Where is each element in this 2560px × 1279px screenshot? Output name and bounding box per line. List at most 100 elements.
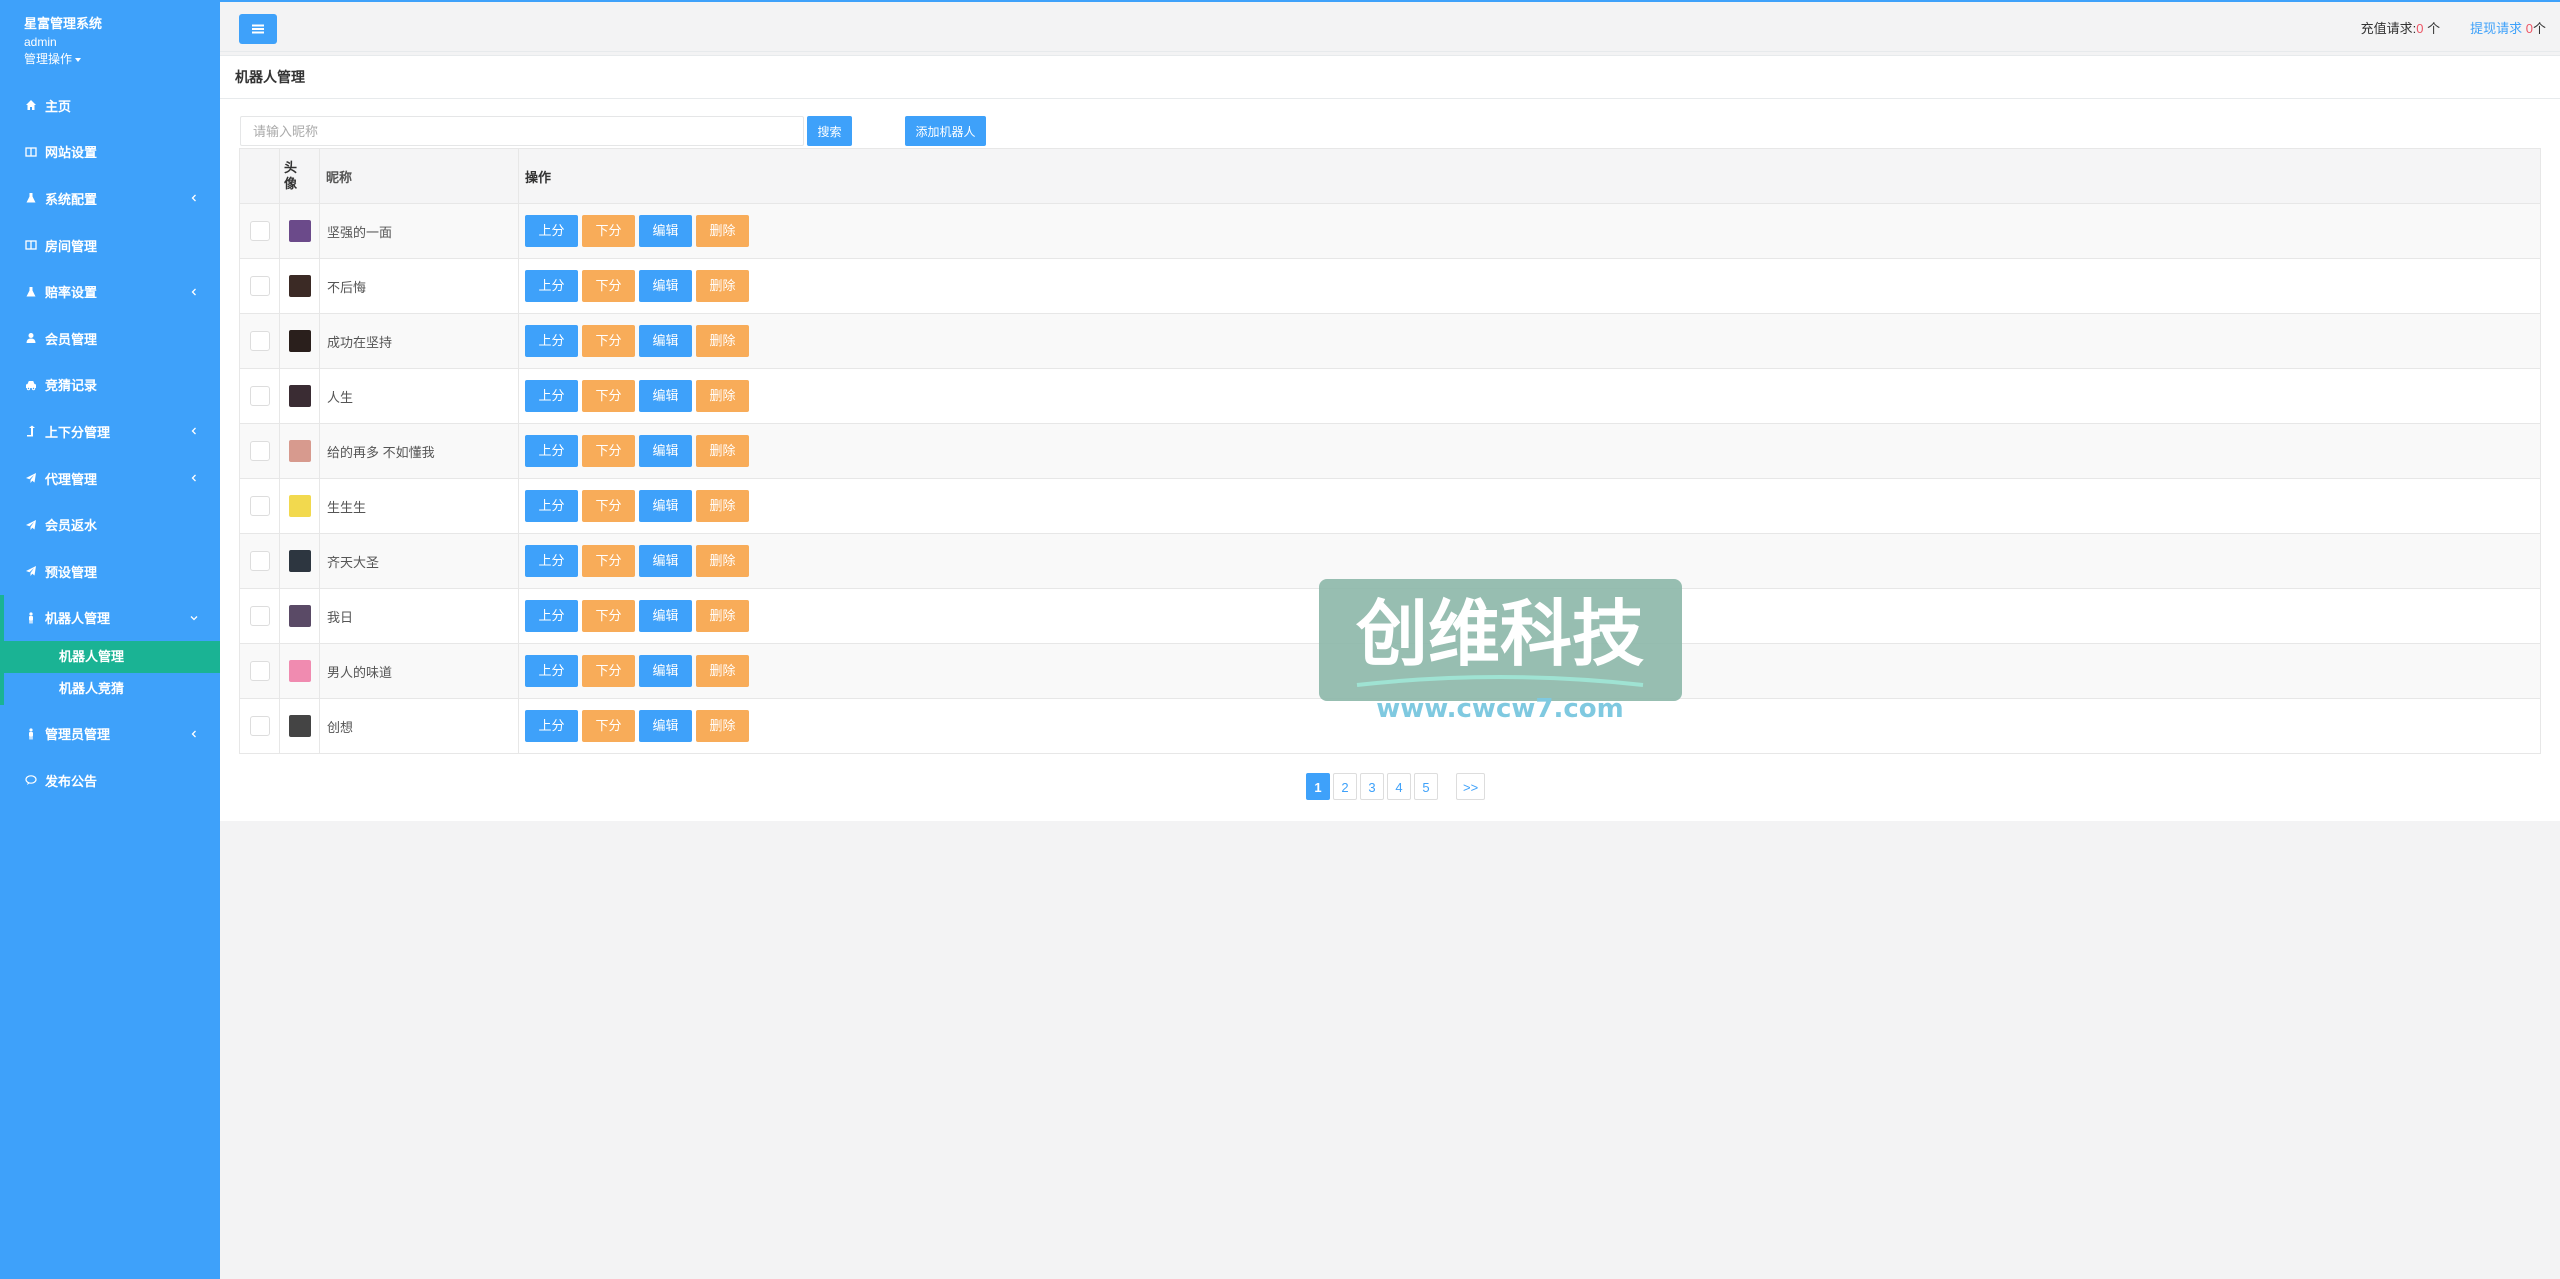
add-points-button[interactable]: 上分 [525, 710, 578, 742]
delete-button[interactable]: 删除 [696, 270, 749, 302]
add-points-button[interactable]: 上分 [525, 655, 578, 687]
profile-menu-dropdown[interactable]: 管理操作 [24, 51, 220, 67]
nickname-search-input[interactable] [240, 116, 804, 146]
sidebar-item-label: 代理管理 [45, 471, 98, 487]
sidebar-toggle-button[interactable] [239, 14, 277, 44]
sidebar-item-label: 机器人管理 [45, 611, 111, 627]
edit-button[interactable]: 编辑 [639, 710, 692, 742]
deduct-points-button[interactable]: 下分 [582, 270, 635, 302]
page-2-link[interactable]: 2 [1333, 773, 1357, 800]
chevron-left-icon [191, 427, 196, 435]
add-points-button[interactable]: 上分 [525, 325, 578, 357]
delete-button[interactable]: 删除 [696, 325, 749, 357]
table-row: 人生 上分 下分 编辑 删除 [239, 368, 2541, 424]
delete-button[interactable]: 删除 [696, 380, 749, 412]
avatar [288, 220, 311, 242]
deduct-points-button[interactable]: 下分 [582, 600, 635, 632]
page-3-link[interactable]: 3 [1360, 773, 1384, 800]
row-checkbox[interactable] [249, 386, 270, 406]
avatar-cell [279, 478, 320, 534]
delete-button[interactable]: 删除 [696, 655, 749, 687]
sidebar-item-admin-management[interactable]: 管理员管理 [0, 711, 220, 758]
sidebar-item-7[interactable]: 竞猜记录 [0, 362, 220, 409]
sidebar-item-9[interactable]: 代理管理 [0, 455, 220, 502]
sidebar-item-label: 主页 [45, 98, 72, 114]
watermark-logo: 创维科技 www.cwcw7.com [1319, 579, 1682, 724]
sidebar-item-2[interactable]: 网站设置 [0, 129, 220, 176]
deduct-points-button[interactable]: 下分 [582, 490, 635, 522]
add-points-button[interactable]: 上分 [525, 490, 578, 522]
sidebar-item-robot-management[interactable]: 机器人管理 [0, 594, 220, 641]
row-select-cell [239, 423, 280, 479]
edit-button[interactable]: 编辑 [639, 380, 692, 412]
edit-button[interactable]: 编辑 [639, 545, 692, 577]
deduct-points-button[interactable]: 下分 [582, 545, 635, 577]
sidebar-item-3[interactable]: 系统配置 [0, 175, 220, 222]
row-checkbox[interactable] [249, 441, 270, 461]
sidebar-item-4[interactable]: 房间管理 [0, 222, 220, 269]
row-checkbox[interactable] [249, 221, 270, 241]
search-button[interactable]: 搜索 [807, 116, 852, 146]
search-toolbar: 搜索 添加机器人 [220, 99, 2560, 147]
edit-button[interactable]: 编辑 [639, 655, 692, 687]
add-points-button[interactable]: 上分 [525, 435, 578, 467]
add-points-button[interactable]: 上分 [525, 545, 578, 577]
recharge-requests-link[interactable]: 充值请求:0 个 [2361, 18, 2441, 37]
deduct-points-button[interactable]: 下分 [582, 215, 635, 247]
withdraw-unit: 个 [2532, 20, 2546, 36]
delete-button[interactable]: 删除 [696, 710, 749, 742]
row-checkbox[interactable] [249, 551, 270, 571]
delete-button[interactable]: 删除 [696, 490, 749, 522]
row-checkbox[interactable] [249, 606, 270, 626]
page-5-link[interactable]: 5 [1414, 773, 1438, 800]
row-checkbox[interactable] [249, 331, 270, 351]
delete-button[interactable]: 删除 [696, 545, 749, 577]
delete-button[interactable]: 删除 [696, 600, 749, 632]
deduct-points-button[interactable]: 下分 [582, 655, 635, 687]
edit-button[interactable]: 编辑 [639, 215, 692, 247]
page-4-link[interactable]: 4 [1387, 773, 1411, 800]
comment-icon [24, 773, 38, 787]
delete-button[interactable]: 删除 [696, 215, 749, 247]
add-points-button[interactable]: 上分 [525, 600, 578, 632]
sidebar-item-6[interactable]: 会员管理 [0, 315, 220, 362]
edit-button[interactable]: 编辑 [639, 435, 692, 467]
add-points-button[interactable]: 上分 [525, 270, 578, 302]
edit-button[interactable]: 编辑 [639, 490, 692, 522]
avatar [288, 385, 311, 407]
row-checkbox[interactable] [249, 496, 270, 516]
sidebar-item-label: 竞猜记录 [45, 378, 98, 394]
avatar-cell [279, 203, 320, 259]
row-checkbox[interactable] [249, 276, 270, 296]
sidebar-item-10[interactable]: 会员返水 [0, 501, 220, 548]
deduct-points-button[interactable]: 下分 [582, 710, 635, 742]
sidebar-item-8[interactable]: 上下分管理 [0, 408, 220, 455]
row-checkbox[interactable] [249, 661, 270, 681]
add-points-button[interactable]: 上分 [525, 215, 578, 247]
avatar [288, 660, 311, 682]
withdraw-requests-link[interactable]: 提现请求 0个 [2470, 18, 2546, 37]
sidebar-item-5[interactable]: 赔率设置 [0, 268, 220, 315]
sidebar-item-11[interactable]: 预设管理 [0, 548, 220, 595]
add-robot-button[interactable]: 添加机器人 [905, 116, 986, 146]
edit-button[interactable]: 编辑 [639, 325, 692, 357]
row-select-cell [239, 203, 280, 259]
page-1-link[interactable]: 1 [1306, 773, 1330, 800]
edit-button[interactable]: 编辑 [639, 270, 692, 302]
header-nickname: 昵称 [319, 148, 519, 204]
deduct-points-button[interactable]: 下分 [582, 435, 635, 467]
actions-cell: 上分 下分 编辑 删除 [518, 368, 2541, 424]
deduct-points-button[interactable]: 下分 [582, 325, 635, 357]
row-select-cell [239, 368, 280, 424]
sub-item-robot-management[interactable]: 机器人管理 [0, 640, 220, 673]
row-checkbox[interactable] [249, 716, 270, 736]
add-points-button[interactable]: 上分 [525, 380, 578, 412]
home-icon [24, 98, 38, 112]
sidebar-item-1[interactable]: 主页 [0, 82, 220, 129]
next-page-link[interactable]: >> [1456, 773, 1486, 800]
edit-button[interactable]: 编辑 [639, 600, 692, 632]
sub-item-robot-guess[interactable]: 机器人竞猜 [0, 672, 220, 705]
delete-button[interactable]: 删除 [696, 435, 749, 467]
deduct-points-button[interactable]: 下分 [582, 380, 635, 412]
sidebar-item-publish-notice[interactable]: 发布公告 [0, 757, 220, 804]
